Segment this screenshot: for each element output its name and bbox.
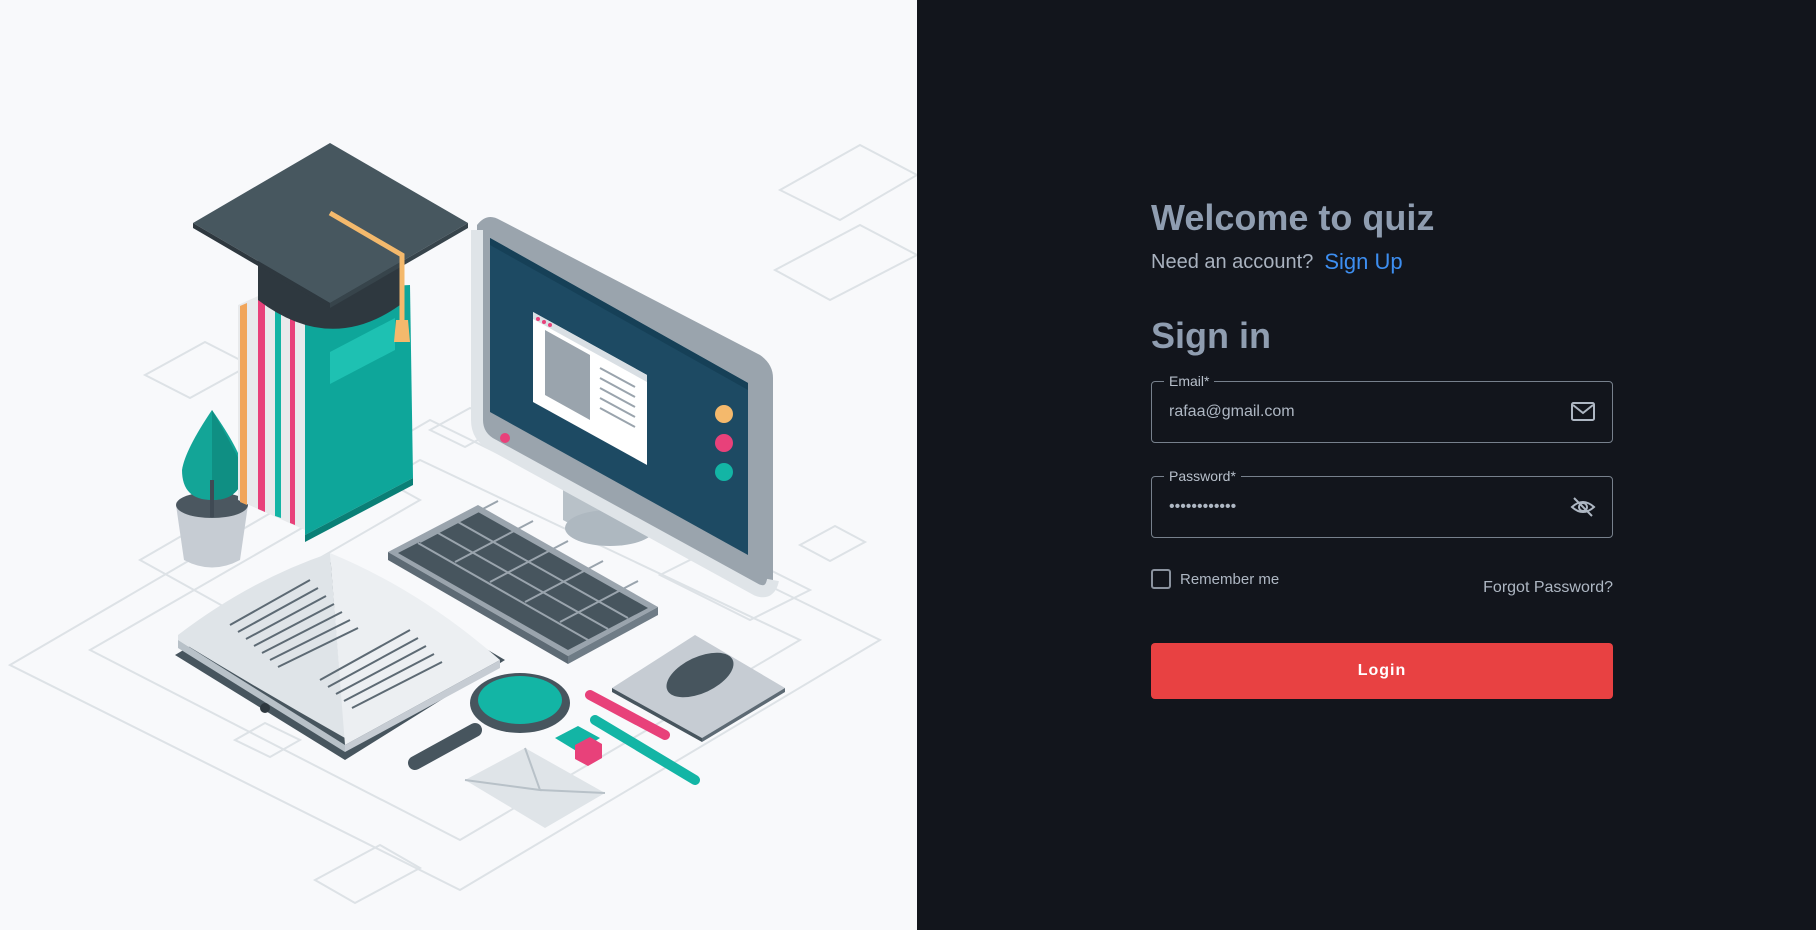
remember-me[interactable]: Remember me [1151,569,1279,589]
options-row: Remember me Forgot Password? [1151,569,1613,601]
graduation-cap [193,143,468,342]
account-row: Need an account? Sign Up [1151,249,1613,275]
account-question: Need an account? [1151,250,1314,273]
eye-off-icon[interactable] [1570,495,1596,519]
login-button[interactable]: Login [1151,643,1613,699]
email-field: Email* [1151,373,1613,443]
illustration-panel [0,0,917,930]
remember-checkbox[interactable] [1151,569,1171,589]
login-form: Welcome to quiz Need an account? Sign Up… [1151,195,1613,699]
welcome-title: Welcome to quiz [1151,197,1435,238]
plant [176,410,248,568]
password-field: Password* [1151,468,1613,538]
remember-label: Remember me [1180,570,1280,588]
password-input[interactable] [1169,477,1549,537]
email-input[interactable] [1169,382,1549,442]
sign-up-link[interactable]: Sign Up [1324,249,1402,275]
education-illustration [7,143,917,905]
auth-panel: Welcome to quiz Need an account? Sign Up… [917,0,1816,930]
mail-icon [1570,400,1596,424]
login-page: Welcome to quiz Need an account? Sign Up… [0,0,1816,930]
forgot-password-link[interactable]: Forgot Password? [1483,579,1613,597]
sign-in-title: Sign in [1151,315,1271,356]
